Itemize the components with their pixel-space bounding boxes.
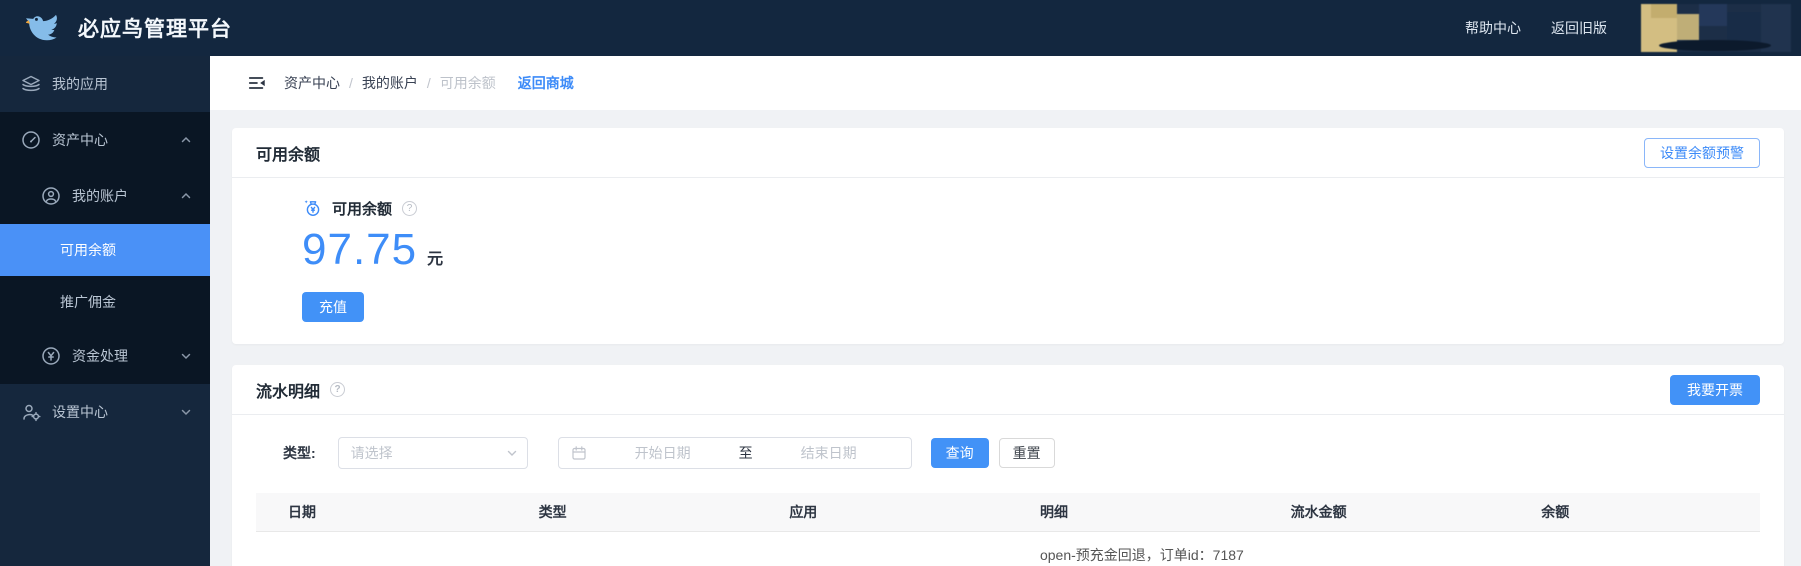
- sidebar-item-settings-center[interactable]: 设置中心: [0, 384, 210, 440]
- cell-detail: open-预充金回退，订单id：7187: [1039, 546, 1244, 563]
- sidebar-item-label: 我的账户: [72, 188, 128, 204]
- table-header-type: 类型: [506, 493, 758, 532]
- transactions-card: 流水明细 ? 我要开票 类型: 请选择 开始日期 至 结束日期 查询 重置 日期…: [232, 365, 1784, 566]
- breadcrumb-bar: 资产中心 / 我的账户 / 可用余额 返回商城: [210, 56, 1801, 110]
- type-filter-label: 类型:: [283, 445, 316, 461]
- chevron-down-icon: [507, 450, 516, 456]
- user-circle-icon: [42, 187, 60, 205]
- balance-card: 可用余额 设置余额预警 可用余额 ? 97.75 元 充值: [232, 128, 1784, 344]
- set-balance-alert-button[interactable]: 设置余额预警: [1644, 137, 1760, 168]
- user-gear-icon: [23, 404, 41, 422]
- recharge-button[interactable]: 充值: [302, 292, 364, 322]
- transactions-help-icon[interactable]: ?: [330, 382, 346, 397]
- transactions-table: 日期 类型 应用 明细 流水金额 余额 open-预充金回退，订单id：7187: [256, 493, 1760, 566]
- sidebar-item-label: 资产中心: [52, 132, 108, 148]
- cell-date: [256, 531, 507, 566]
- table-header-amount: 流水金额: [1258, 493, 1510, 532]
- table-row: open-预充金回退，订单id：7187: [256, 531, 1760, 566]
- balance-amount: 97.75: [302, 225, 418, 274]
- date-range-to-label: 至: [738, 445, 753, 461]
- transactions-card-title: 流水明细: [256, 383, 321, 401]
- cell-app: [757, 531, 1008, 566]
- sidebar-item-fund-processing[interactable]: 资金处理: [0, 328, 210, 384]
- sidebar-item-asset-center[interactable]: 资产中心: [0, 112, 210, 168]
- type-select-input[interactable]: [350, 445, 497, 461]
- table-header-balance: 余额: [1509, 493, 1760, 532]
- sidebar-item-label: 资金处理: [72, 348, 128, 364]
- layers-icon: [22, 75, 40, 92]
- breadcrumb-separator: /: [349, 75, 353, 91]
- chevron-down-icon: [181, 409, 191, 416]
- top-navbar: 必应鸟管理平台 帮助中心 返回旧版: [0, 0, 1801, 56]
- money-bag-icon: [304, 200, 320, 216]
- balance-card-title: 可用余额: [256, 146, 321, 164]
- yuan-coin-icon: [42, 347, 60, 365]
- sidebar-item-label: 推广佣金: [60, 294, 116, 310]
- calendar-icon: [572, 446, 586, 460]
- chevron-up-icon: [181, 192, 191, 199]
- breadcrumb-item-my-account[interactable]: 我的账户: [362, 73, 418, 93]
- sidebar-item-promo-commission[interactable]: 推广佣金: [0, 276, 210, 328]
- old-version-link[interactable]: 返回旧版: [1551, 18, 1607, 38]
- sidebar-item-label: 我的应用: [52, 76, 108, 92]
- odometer-icon: [22, 131, 40, 149]
- help-center-link[interactable]: 帮助中心: [1465, 18, 1521, 38]
- brand[interactable]: 必应鸟管理平台: [26, 8, 232, 48]
- navbar-right: 帮助中心 返回旧版: [1465, 4, 1791, 52]
- balance-card-header: 可用余额 设置余额预警: [232, 128, 1784, 178]
- date-range-picker[interactable]: 至: [557, 437, 912, 469]
- sidebar-item-label: 设置中心: [52, 404, 108, 420]
- start-date-input[interactable]: [592, 445, 733, 461]
- reset-button[interactable]: 重置: [998, 438, 1055, 468]
- page-content: 可用余额 设置余额预警 可用余额 ? 97.75 元 充值 流水明细 ? 我要开…: [210, 110, 1801, 566]
- query-button[interactable]: 查询: [930, 438, 989, 468]
- cell-balance: [1509, 531, 1760, 566]
- table-header-detail: 明细: [1007, 493, 1259, 532]
- menu-fold-icon[interactable]: [247, 73, 267, 93]
- table-header-row: 日期 类型 应用 明细 流水金额 余额: [256, 493, 1760, 532]
- sidebar-item-available-balance[interactable]: 可用余额: [0, 224, 210, 276]
- type-select[interactable]: [337, 437, 528, 469]
- back-to-mall-link[interactable]: 返回商城: [518, 73, 574, 93]
- request-invoice-button[interactable]: 我要开票: [1670, 374, 1760, 405]
- balance-label: 可用余额: [332, 200, 393, 218]
- end-date-input[interactable]: [758, 445, 899, 461]
- balance-unit: 元: [427, 251, 444, 268]
- app-root: 必应鸟管理平台 帮助中心 返回旧版 我的应用 资产中心 我的账户 可用余额 推广…: [0, 0, 1801, 566]
- transactions-card-header: 流水明细 ? 我要开票: [232, 365, 1784, 415]
- breadcrumb-item-current: 可用余额: [439, 75, 496, 91]
- breadcrumb-separator: /: [426, 75, 431, 91]
- bird-logo-icon: [26, 14, 57, 41]
- asset-center-section: 资产中心 我的账户 可用余额 推广佣金 资金处理: [0, 112, 210, 384]
- table-header-app: 应用: [757, 493, 1008, 532]
- balance-card-body: 可用余额 ? 97.75 元 充值: [232, 178, 1784, 344]
- breadcrumb: 资产中心 / 我的账户 / 可用余额: [284, 73, 496, 93]
- table-header-date: 日期: [256, 493, 507, 532]
- sidebar-item-my-apps[interactable]: 我的应用: [0, 56, 210, 112]
- brand-title: 必应鸟管理平台: [78, 18, 232, 41]
- chevron-down-icon: [181, 353, 191, 360]
- breadcrumb-item-asset-center[interactable]: 资产中心: [284, 73, 340, 93]
- sidebar-item-my-account[interactable]: 我的账户: [0, 168, 210, 224]
- filter-row: 类型: 至 查询 重置: [232, 415, 1784, 493]
- sidebar-item-label: 可用余额: [60, 242, 116, 258]
- main-area: 资产中心 / 我的账户 / 可用余额 返回商城 可用余额 设置余额预警 可用余额…: [210, 56, 1801, 566]
- sidebar: 我的应用 资产中心 我的账户 可用余额 推广佣金 资金处理 设置中心: [0, 56, 210, 566]
- balance-help-icon[interactable]: ?: [402, 200, 418, 216]
- cell-type: [507, 531, 758, 566]
- chevron-up-icon: [181, 136, 191, 143]
- cell-amount: [1259, 531, 1510, 566]
- user-censored-mosaic[interactable]: [1641, 4, 1791, 52]
